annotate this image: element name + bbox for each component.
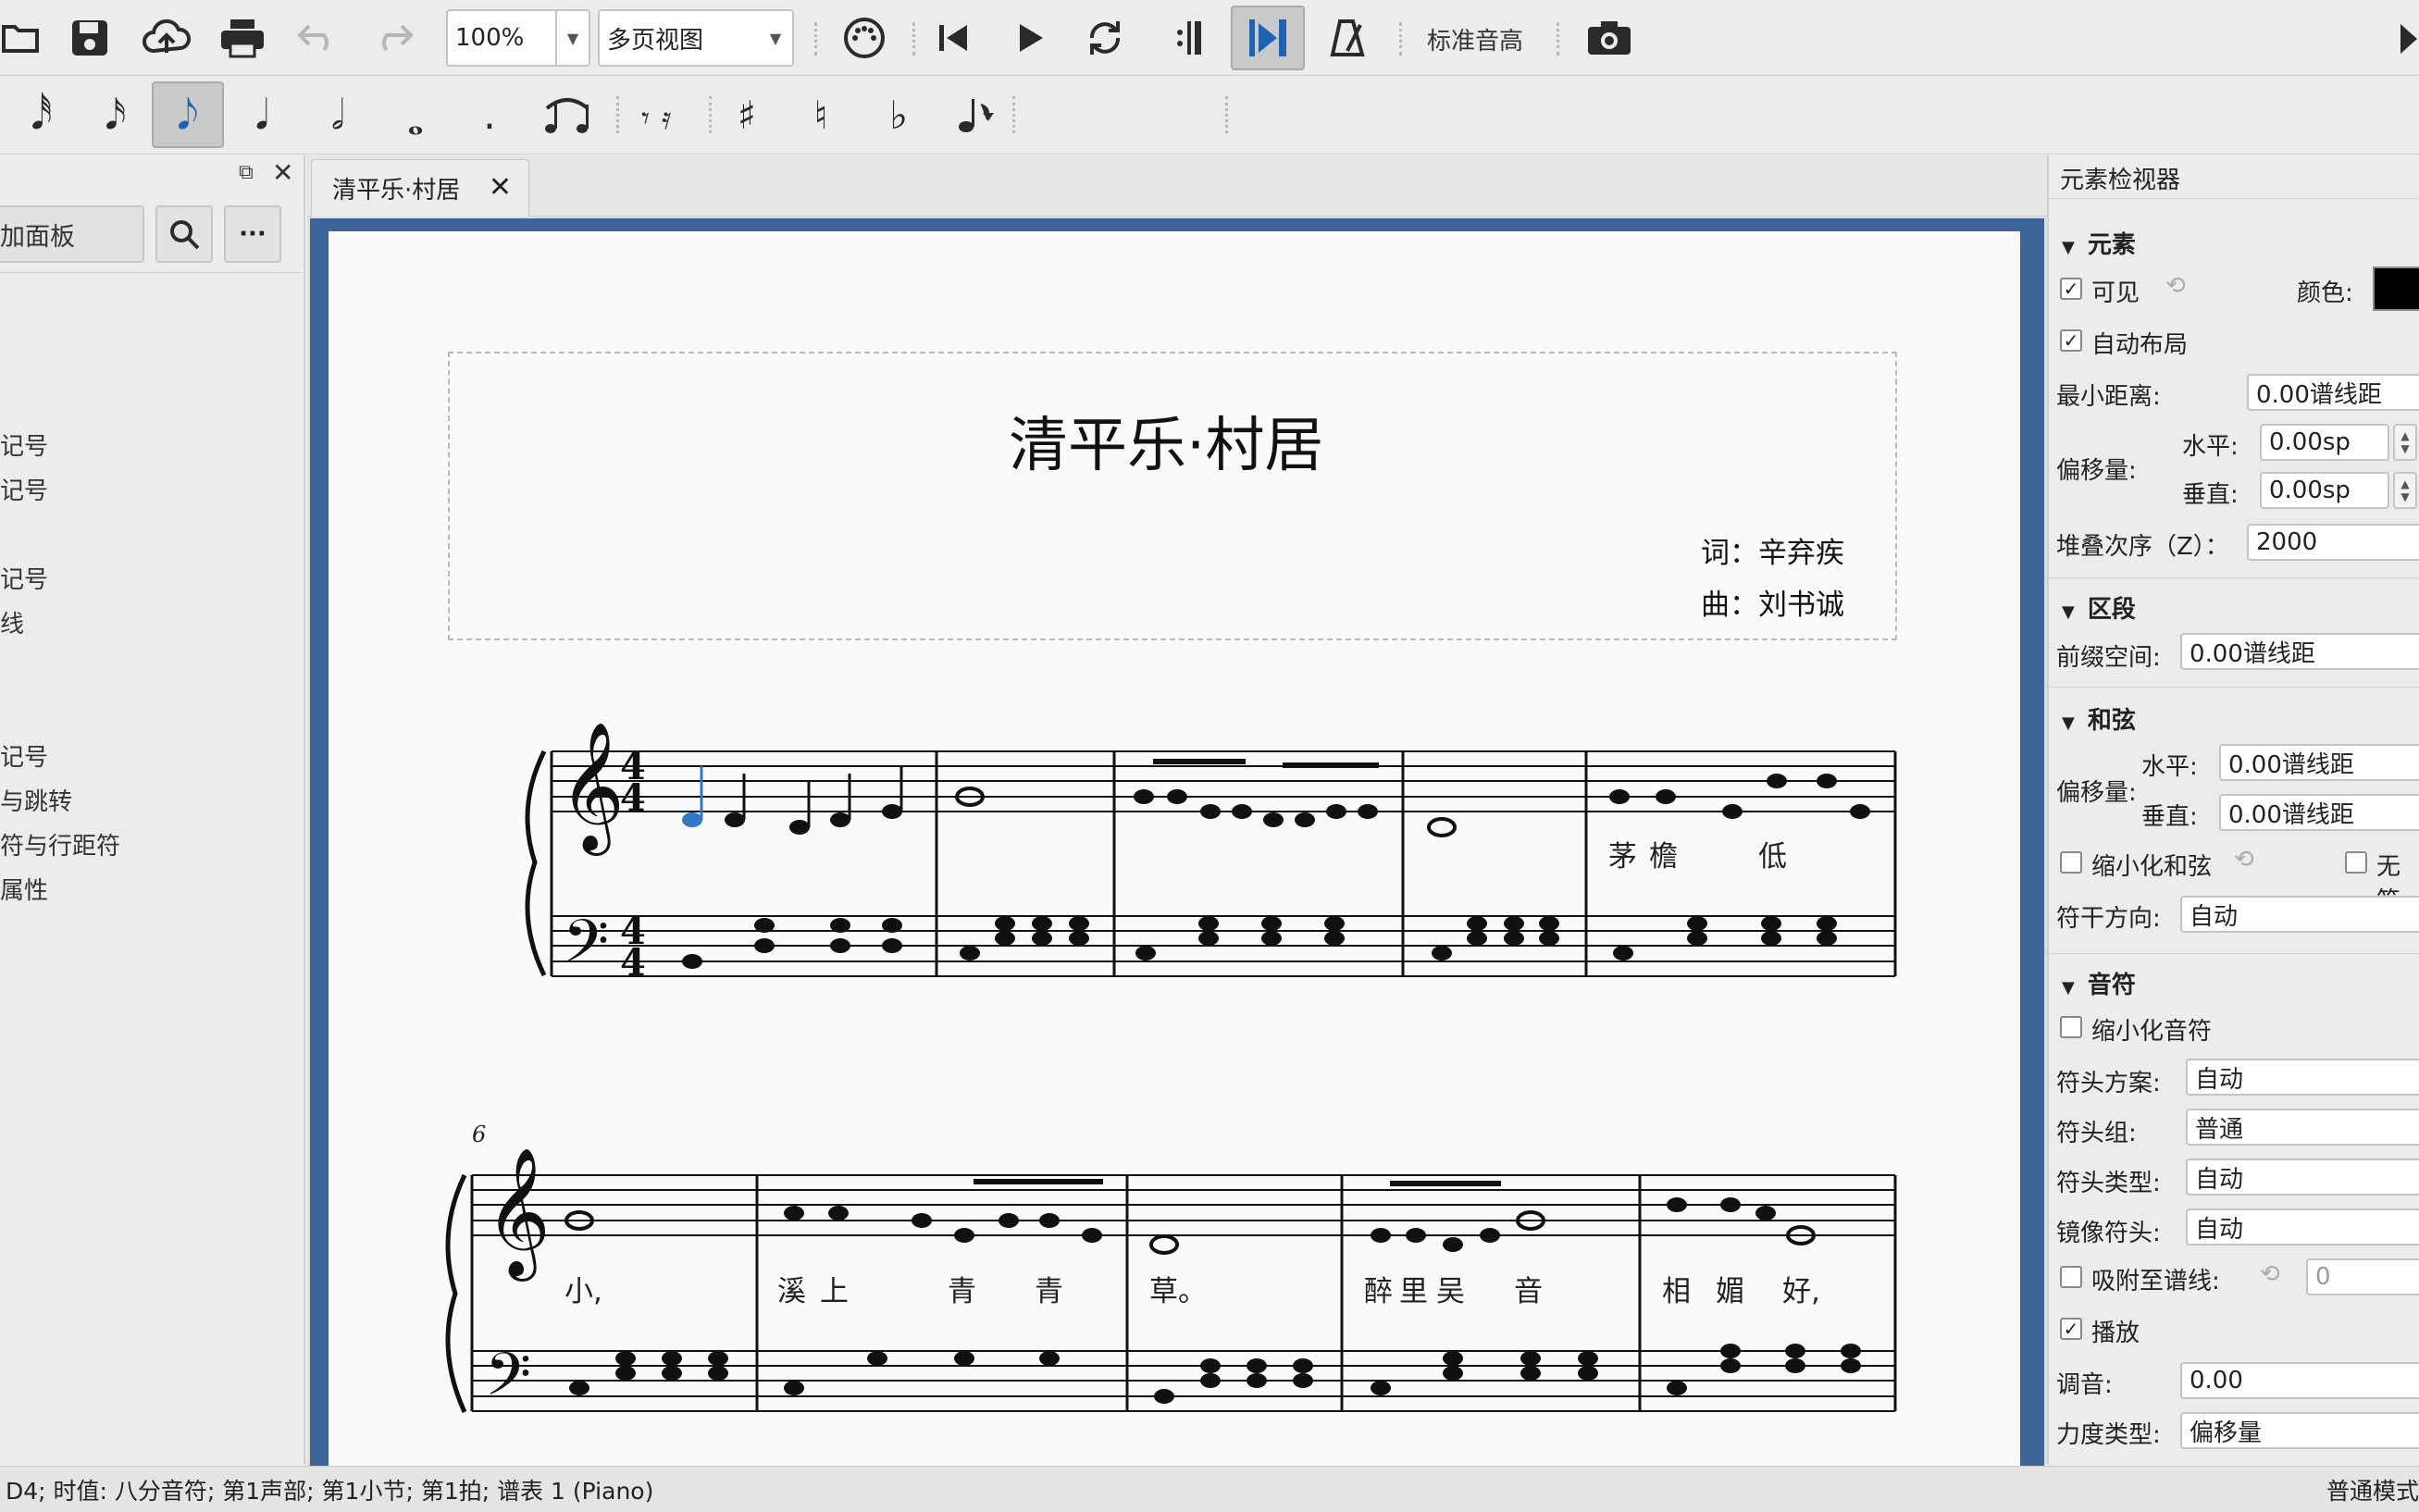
divider — [2049, 687, 2419, 688]
notehead-type-select[interactable]: 自动 — [2186, 1159, 2419, 1196]
offset-vertical-input[interactable]: 0.00sp — [2260, 472, 2389, 509]
visible-label: 可见 — [2091, 279, 2140, 307]
fix-to-line-checkbox[interactable] — [2060, 1266, 2082, 1288]
chord-vertical-label: 垂直: — [2141, 803, 2198, 831]
notehead-scheme-label: 符头方案: — [2056, 1070, 2161, 1097]
input-mode: 普通模式 — [2326, 1477, 2419, 1505]
spin-arrows-icon[interactable]: ▲ ▼ — [2393, 424, 2417, 461]
small-chord-checkbox[interactable] — [2060, 851, 2082, 874]
lyric[interactable]: 好, — [1782, 1268, 1820, 1309]
chevron-down-icon: ▼ — [2062, 602, 2075, 622]
reset-icon[interactable]: ⟲ — [2165, 272, 2186, 300]
section-segment-header[interactable]: ▼ 区段 — [2062, 590, 2136, 625]
chord-horizontal-label: 水平: — [2141, 753, 2198, 781]
lyric[interactable]: 相 — [1662, 1268, 1691, 1309]
horizontal-label: 水平: — [2182, 433, 2239, 461]
lyric[interactable]: 青 — [948, 1268, 976, 1309]
leading-space-label: 前缀空间: — [2056, 644, 2161, 672]
svg-text:4: 4 — [620, 941, 646, 985]
offset-label: 偏移量: — [2056, 457, 2137, 485]
lyric[interactable]: 醉 — [1364, 1268, 1393, 1309]
chord-offset-label: 偏移量: — [2056, 779, 2137, 807]
section-note-header[interactable]: ▼ 音符 — [2062, 966, 2136, 1000]
fix-to-line-input[interactable]: 0 — [2306, 1258, 2419, 1295]
autoplace-label: 自动布局 — [2091, 331, 2189, 359]
svg-text:𝄢: 𝄢 — [563, 908, 609, 991]
stem-direction-label: 符干方向: — [2056, 905, 2161, 933]
fix-to-line-label: 吸附至谱线: — [2091, 1268, 2220, 1295]
z-order-label: 堆叠次序（Z）： — [2056, 533, 2229, 561]
status-text: D4; 时值: 八分音符; 第1声部; 第1小节; 第1拍; 谱表 1 (Pia… — [6, 1477, 654, 1505]
notehead-type-label: 符头类型: — [2056, 1170, 2161, 1197]
tuning-input[interactable]: 0.00 — [2180, 1362, 2419, 1399]
chord-offset-h-input[interactable]: 0.00谱线距 — [2219, 744, 2419, 781]
svg-text:4: 4 — [620, 776, 646, 820]
small-note-checkbox[interactable] — [2060, 1016, 2082, 1038]
mirror-notehead-select[interactable]: 自动 — [2186, 1208, 2419, 1246]
section-element-header[interactable]: ▼ 元素 — [2062, 226, 2136, 260]
chord-offset-v-input[interactable]: 0.00谱线距 — [2219, 794, 2419, 831]
lyric[interactable]: 低 — [1758, 833, 1787, 874]
chevron-down-icon: ▼ — [2062, 978, 2075, 998]
notehead-scheme-select[interactable]: 自动 — [2186, 1059, 2419, 1096]
lyric[interactable]: 音 — [1514, 1268, 1543, 1309]
play-label: 播放 — [2091, 1320, 2140, 1347]
divider — [2049, 577, 2419, 578]
notehead-group-select[interactable]: 普通 — [2186, 1109, 2419, 1146]
color-swatch[interactable] — [2373, 266, 2419, 311]
section-chord-header[interactable]: ▼ 和弦 — [2062, 701, 2136, 736]
inspector-panel: 元素检视器 ▼ 元素 ✓ 可见 ⟲ 颜色: ✓ 自动布局 最小距离: 0.00谱线… — [2047, 155, 2419, 1465]
stem-direction-select[interactable]: 自动 — [2180, 896, 2419, 933]
vertical-label: 垂直: — [2182, 481, 2239, 509]
play-checkbox[interactable]: ✓ — [2060, 1318, 2082, 1340]
reset-icon[interactable]: ⟲ — [2260, 1260, 2280, 1288]
lyric[interactable]: 媚 — [1716, 1268, 1744, 1309]
chevron-down-icon: ▼ — [2062, 713, 2075, 733]
lyric[interactable]: 小, — [564, 1268, 602, 1309]
velocity-type-label: 力度类型: — [2056, 1421, 2161, 1449]
svg-text:𝄞: 𝄞 — [559, 722, 625, 856]
divider — [2049, 953, 2419, 954]
small-note-label: 缩小化音符 — [2091, 1018, 2213, 1046]
min-distance-label: 最小距离: — [2056, 383, 2161, 411]
visible-checkbox[interactable]: ✓ — [2060, 278, 2082, 300]
lyric[interactable]: 溪 — [777, 1268, 806, 1309]
divider — [2049, 198, 2419, 199]
lyric[interactable]: 吴 — [1436, 1268, 1465, 1309]
lyric[interactable]: 茅 — [1608, 833, 1637, 874]
inspector-title: 元素检视器 — [2060, 167, 2181, 194]
measure-number: 6 — [472, 1122, 487, 1147]
svg-text:𝄢: 𝄢 — [485, 1341, 531, 1424]
z-order-input[interactable]: 2000 — [2247, 524, 2419, 561]
reset-icon[interactable]: ⟲ — [2234, 846, 2254, 874]
small-chord-label: 缩小化和弦 — [2091, 853, 2213, 881]
velocity-type-select[interactable]: 偏移量 — [2180, 1412, 2419, 1449]
spin-arrows-icon[interactable]: ▲ ▼ — [2393, 472, 2417, 509]
tuning-label: 调音: — [2056, 1371, 2113, 1399]
autoplace-checkbox[interactable]: ✓ — [2060, 329, 2082, 352]
lyric[interactable]: 草。 — [1149, 1268, 1207, 1309]
no-stem-checkbox[interactable] — [2345, 851, 2367, 874]
mirror-notehead-label: 镜像符头: — [2056, 1220, 2161, 1247]
lyric[interactable]: 上 — [820, 1268, 849, 1309]
chevron-down-icon: ▼ — [2062, 238, 2075, 257]
lyric[interactable]: 檐 — [1649, 833, 1678, 874]
color-label: 颜色: — [2297, 279, 2353, 307]
lyric[interactable]: 青 — [1035, 1268, 1063, 1309]
min-distance-input[interactable]: 0.00谱线距 — [2247, 374, 2419, 411]
notehead-group-label: 符头组: — [2056, 1120, 2137, 1147]
status-bar: D4; 时值: 八分音符; 第1声部; 第1小节; 第1拍; 谱表 1 (Pia… — [0, 1466, 2419, 1512]
leading-space-input[interactable]: 0.00谱线距 — [2180, 633, 2419, 670]
lyric[interactable]: 里 — [1399, 1268, 1428, 1309]
svg-text:𝄞: 𝄞 — [485, 1147, 551, 1282]
offset-horizontal-input[interactable]: 0.00sp — [2260, 424, 2389, 461]
